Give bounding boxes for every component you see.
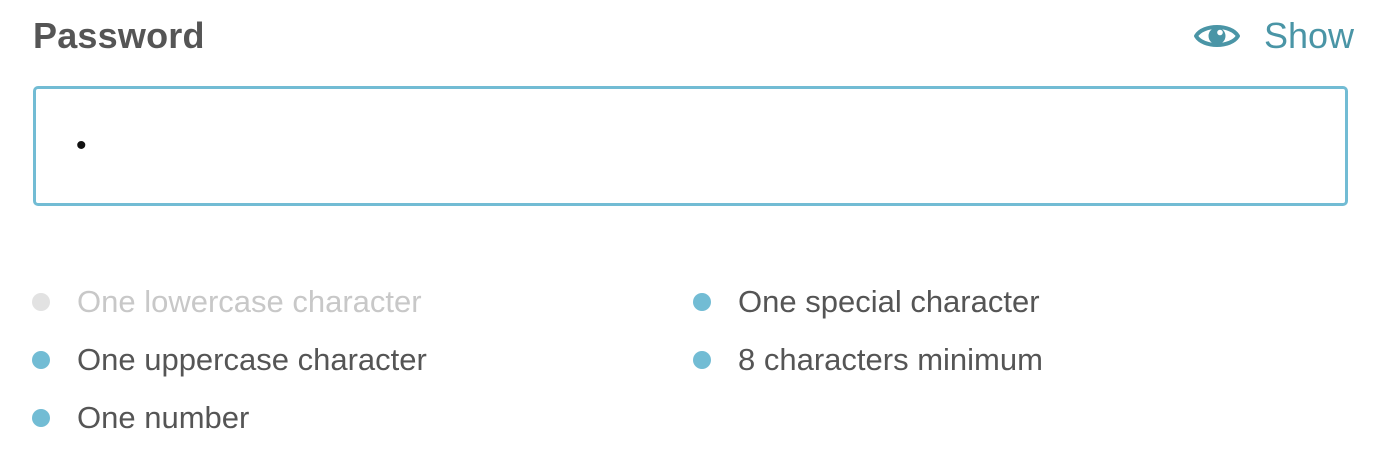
password-input-value: •: [76, 129, 95, 162]
password-header: Password Show: [33, 8, 1354, 64]
requirement-label: One lowercase character: [77, 284, 422, 319]
requirement-special: One special character: [693, 274, 1040, 330]
show-password-toggle[interactable]: Show: [1192, 15, 1354, 57]
requirement-status-dot-icon: [693, 293, 711, 311]
requirement-label: One uppercase character: [77, 342, 427, 377]
requirement-lowercase: One lowercase character: [32, 274, 422, 330]
requirement-status-dot-icon: [693, 351, 711, 369]
requirement-status-dot-icon: [32, 409, 50, 427]
requirement-label: One special character: [738, 284, 1040, 319]
requirement-status-dot-icon: [32, 351, 50, 369]
requirement-label: One number: [77, 400, 250, 435]
requirement-number: One number: [32, 390, 249, 446]
password-requirements: One lowercase character One uppercase ch…: [30, 272, 1330, 452]
eye-icon: [1192, 18, 1242, 54]
requirement-uppercase: One uppercase character: [32, 332, 427, 388]
show-password-label: Show: [1263, 15, 1354, 56]
password-form: Password Show • One lowercase character …: [0, 0, 1384, 472]
requirement-minimum-length: 8 characters minimum: [693, 332, 1043, 388]
password-label: Password: [33, 15, 205, 56]
requirement-label: 8 characters minimum: [738, 342, 1043, 377]
requirement-status-dot-icon: [32, 293, 50, 311]
password-input[interactable]: •: [33, 86, 1348, 206]
